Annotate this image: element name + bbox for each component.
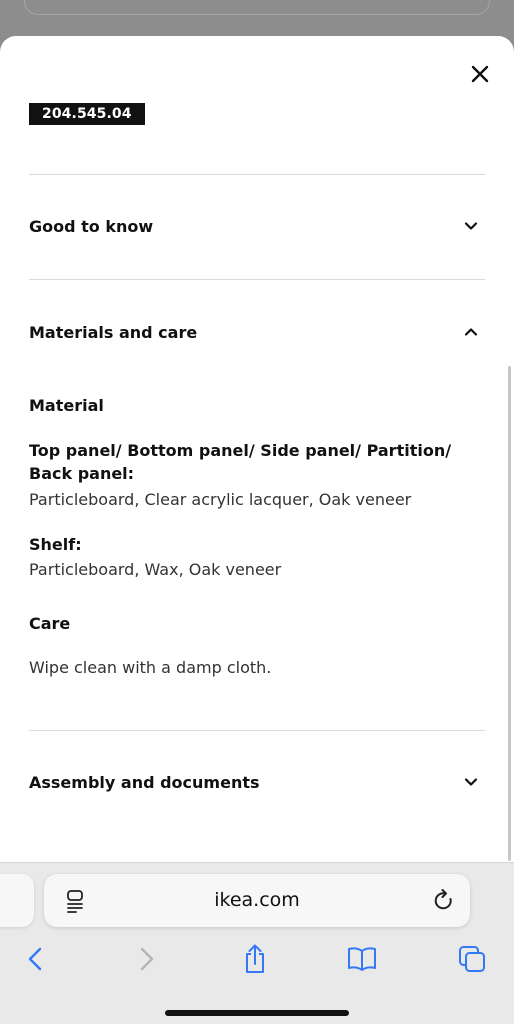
material-heading: Material <box>29 396 104 415</box>
product-details-sheet: 204.545.04 Good to know Materials and ca… <box>0 36 514 896</box>
accordion-title: Assembly and documents <box>29 772 260 792</box>
divider <box>29 730 485 731</box>
chevron-down-icon <box>464 778 478 786</box>
accordion-materials-and-care[interactable]: Materials and care <box>29 312 485 352</box>
care-text: Wipe clean with a damp cloth. <box>29 658 272 677</box>
scrollbar[interactable] <box>508 366 511 861</box>
share-icon <box>246 944 264 973</box>
accordion-good-to-know[interactable]: Good to know <box>29 206 485 246</box>
forward-icon <box>140 947 154 971</box>
previous-tab-preview[interactable] <box>0 874 34 927</box>
tabs-icon <box>459 946 485 972</box>
address-bar[interactable]: ikea.com <box>44 874 470 927</box>
accordion-assembly-and-documents[interactable]: Assembly and documents <box>29 762 485 802</box>
material-part-title: Top panel/ Bottom panel/ Side panel/ Par… <box>29 441 452 483</box>
care-heading: Care <box>29 614 71 633</box>
url-text: ikea.com <box>214 889 300 911</box>
material-part-value: Particleboard, Clear acrylic lacquer, Oa… <box>29 490 412 509</box>
bookmarks-button[interactable] <box>347 943 377 975</box>
chevron-up-icon <box>464 328 478 336</box>
reload-icon[interactable] <box>432 888 456 914</box>
close-button[interactable] <box>462 56 498 92</box>
material-part-title: Shelf: <box>29 535 82 554</box>
browser-toolbar: ikea.com <box>0 862 514 1024</box>
divider <box>29 174 485 175</box>
accordion-title: Good to know <box>29 216 154 236</box>
tabs-button[interactable] <box>457 943 487 975</box>
accordion-title: Materials and care <box>29 322 198 342</box>
divider <box>29 279 485 280</box>
article-number-badge: 204.545.04 <box>29 103 145 125</box>
forward-button[interactable] <box>132 943 162 975</box>
share-button[interactable] <box>240 943 270 975</box>
close-icon <box>471 65 489 83</box>
home-indicator[interactable] <box>165 1010 349 1016</box>
back-icon <box>28 947 42 971</box>
bookmarks-icon <box>348 947 376 971</box>
chevron-down-icon <box>464 222 478 230</box>
material-part-value: Particleboard, Wax, Oak veneer <box>29 560 282 579</box>
back-button[interactable] <box>20 943 50 975</box>
background-field <box>24 0 490 15</box>
